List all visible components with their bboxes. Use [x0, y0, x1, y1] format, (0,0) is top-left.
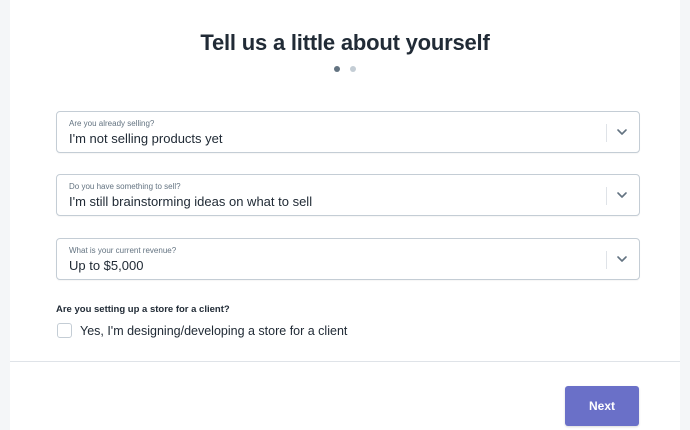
- client-checkbox-label[interactable]: Yes, I'm designing/developing a store fo…: [80, 324, 347, 338]
- already-selling-label: Are you already selling?: [69, 119, 155, 128]
- client-checkbox[interactable]: [57, 323, 72, 338]
- something-to-sell-label: Do you have something to sell?: [69, 182, 181, 191]
- already-selling-select[interactable]: Are you already selling? I'm not selling…: [56, 111, 640, 153]
- chevron-down-icon[interactable]: [615, 252, 629, 266]
- step-dot-2: [350, 66, 356, 72]
- something-to-sell-value: I'm still brainstorming ideas on what to…: [69, 194, 313, 209]
- chevron-down-icon[interactable]: [615, 125, 629, 139]
- something-to-sell-select[interactable]: Do you have something to sell? I'm still…: [56, 174, 640, 216]
- current-revenue-value: Up to $5,000: [69, 258, 144, 273]
- chevron-down-icon[interactable]: [615, 188, 629, 202]
- page-title: Tell us a little about yourself: [200, 30, 490, 55]
- client-question: Are you setting up a store for a client?: [56, 304, 230, 315]
- select-divider: [606, 187, 607, 205]
- step-dot-1: [334, 66, 340, 72]
- step-indicator: [0, 66, 690, 72]
- footer-divider: [10, 361, 680, 362]
- current-revenue-label: What is your current revenue?: [69, 246, 177, 255]
- select-divider: [606, 124, 607, 142]
- select-divider: [606, 251, 607, 269]
- next-button[interactable]: Next: [565, 386, 639, 426]
- already-selling-value: I'm not selling products yet: [69, 131, 223, 146]
- current-revenue-select[interactable]: What is your current revenue? Up to $5,0…: [56, 238, 640, 280]
